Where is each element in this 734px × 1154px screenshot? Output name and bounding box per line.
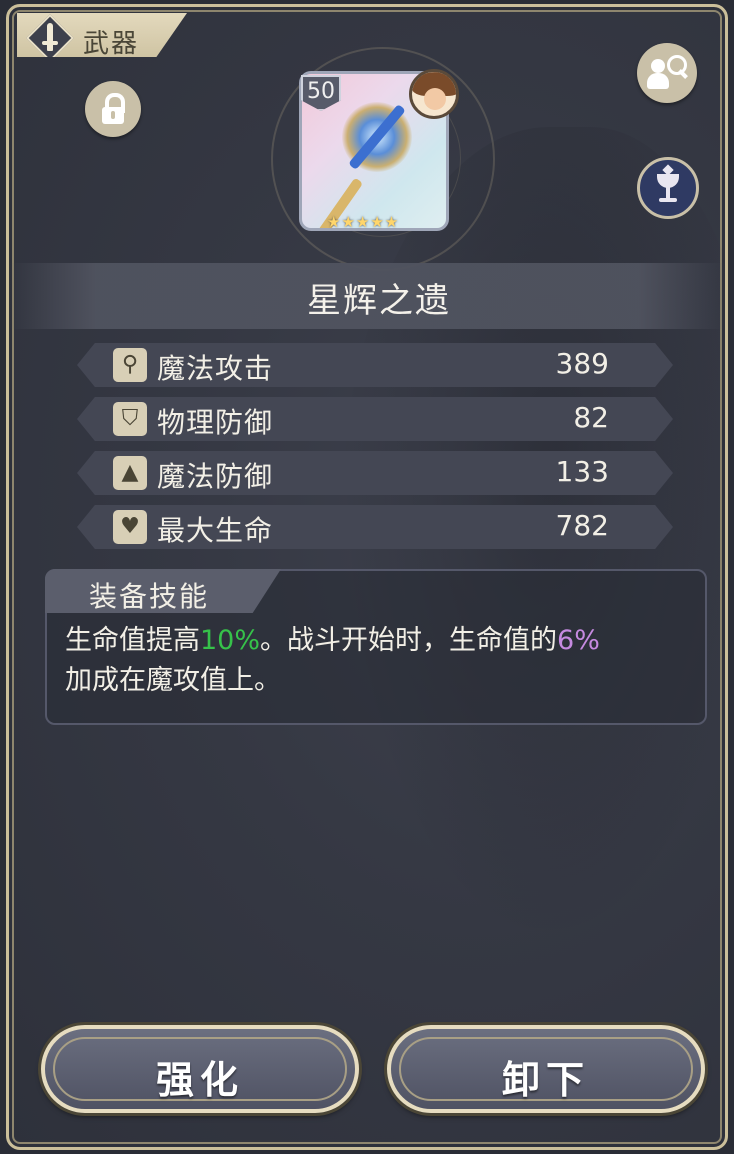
- skill-text-part2: 。战斗开始时，生命值的: [260, 625, 558, 656]
- shield-icon: ⛉: [113, 402, 147, 436]
- equipped-character-avatar[interactable]: [409, 69, 459, 119]
- unequip-button[interactable]: 卸下: [387, 1025, 705, 1113]
- stat-value: 82: [573, 401, 609, 434]
- stat-value: 782: [555, 509, 609, 542]
- skill-description: 生命值提高10%。战斗开始时，生命值的6% 加成在魔攻值上。: [65, 621, 705, 701]
- sword-icon: [42, 23, 58, 51]
- weapon-detail-panel: 武器 50 ★★★★★ 星辉之遗 ⚲ 魔法攻击 389 ⛉ 物理防御 82 ▲ …: [6, 4, 728, 1150]
- enhance-button[interactable]: 强化: [41, 1025, 359, 1113]
- stat-label: 最大生命: [157, 514, 274, 547]
- category-tab: 武器: [17, 13, 187, 57]
- witch-hat-icon: ▲: [113, 456, 147, 490]
- stat-value: 133: [555, 455, 609, 488]
- skill-text-part1: 生命值提高: [65, 625, 200, 656]
- skill-highlight-hp-bonus: 10%: [200, 625, 261, 656]
- chalice-button[interactable]: [637, 157, 699, 219]
- skill-header: 装备技能: [89, 580, 210, 613]
- avatar-face: [424, 88, 446, 110]
- category-label: 武器: [83, 29, 140, 59]
- stat-label: 魔法防御: [157, 460, 274, 493]
- stat-label: 物理防御: [157, 406, 274, 439]
- heart-icon: ♥: [113, 510, 147, 544]
- enhance-button-label: 强化: [155, 1058, 244, 1102]
- skill-highlight-conversion: 6%: [557, 625, 600, 656]
- star-rating: ★★★★★: [327, 213, 400, 231]
- stat-value: 389: [555, 347, 609, 380]
- view-characters-button[interactable]: [637, 43, 697, 103]
- unequip-button-label: 卸下: [501, 1058, 590, 1102]
- skill-text-part3: 加成在魔攻值上。: [65, 665, 281, 696]
- lock-button[interactable]: [85, 81, 141, 137]
- stat-label: 魔法攻击: [157, 352, 274, 385]
- weapon-name: 星辉之遗: [307, 281, 451, 321]
- wand-icon: ⚲: [113, 348, 147, 382]
